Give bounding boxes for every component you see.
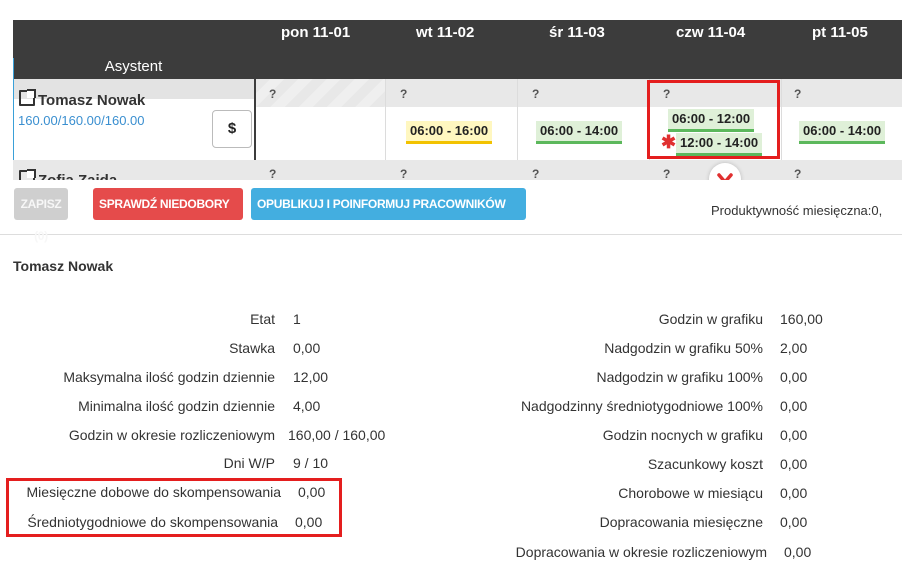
availability-marker[interactable]: ?	[794, 167, 801, 180]
toolbar: ZAPISZ (0) SPRAWDŹ NIEDOBORY OPUBLIKUJ I…	[0, 180, 902, 243]
availability-marker[interactable]: ?	[532, 87, 539, 101]
availability-marker[interactable]: ?	[794, 87, 801, 101]
external-link-icon[interactable]	[19, 89, 36, 106]
availability-marker[interactable]: ?	[400, 167, 407, 180]
rate-button[interactable]: $	[212, 110, 252, 148]
detail-label: Chorobowe w miesiącu	[618, 485, 763, 501]
external-link-icon[interactable]	[19, 169, 36, 180]
detail-value: 0,00	[780, 485, 808, 501]
detail-value: 0,00	[784, 544, 812, 560]
day-header[interactable]: śr 11-03	[549, 24, 605, 41]
day-header[interactable]: pt 11-05	[812, 24, 868, 41]
detail-value: 0,00	[780, 369, 808, 385]
detail-value: 2,00	[780, 340, 808, 356]
day-header[interactable]: pon 11-01	[281, 24, 350, 41]
detail-label: Dopracowania miesięczne	[599, 514, 763, 530]
highlight-box	[647, 80, 780, 159]
availability-marker[interactable]: ?	[400, 87, 407, 101]
schedule-grid: pon 11-01 wt 11-02 śr 11-03 czw 11-04 pt…	[13, 20, 902, 180]
detail-label: Maksymalna ilość godzin dziennie	[63, 369, 275, 385]
availability-marker[interactable]: ?	[663, 167, 670, 180]
detail-label: Stawka	[229, 340, 275, 356]
availability-marker[interactable]: ?	[269, 167, 276, 180]
employee-name[interactable]: Tomasz Nowak	[19, 89, 145, 109]
day-header[interactable]: wt 11-02	[416, 24, 474, 41]
detail-label: Godzin nocnych w grafiku	[602, 427, 763, 443]
detail-label: Godzin w grafiku	[658, 311, 763, 327]
detail-value: 0,00	[293, 340, 321, 356]
highlight-box	[6, 478, 342, 537]
productivity-readout: Produktywność miesięczna:0,	[711, 203, 883, 218]
column-label: Asystent	[104, 58, 163, 75]
employee-row	[13, 160, 902, 180]
detail-label: Nadgodzinny średniotygodniowe 100%	[520, 398, 763, 414]
detail-value: 160,00	[780, 311, 823, 327]
detail-label: Etat	[250, 311, 275, 327]
detail-value: 12,00	[293, 369, 329, 385]
detail-value: 160,00 / 160,00	[288, 427, 386, 443]
shift-block[interactable]: 06:00 - 14:00	[799, 121, 886, 144]
save-button[interactable]: ZAPISZ (0)	[14, 188, 68, 243]
availability-marker[interactable]: ?	[269, 87, 276, 101]
detail-value: 0,00	[780, 398, 808, 414]
shift-block[interactable]: 06:00 - 16:00	[406, 121, 493, 144]
shift-block[interactable]: 06:00 - 14:00	[536, 121, 623, 144]
detail-value: 1	[293, 311, 301, 327]
detail-label: Minimalna ilość godzin dziennie	[78, 398, 275, 414]
detail-value: 9 / 10	[293, 455, 329, 471]
detail-person-name: Tomasz Nowak	[13, 258, 114, 274]
detail-value: 0,00	[780, 427, 808, 443]
check-shortages-button[interactable]: SPRAWDŹ NIEDOBORY	[93, 188, 243, 220]
detail-value: 0,00	[780, 514, 808, 530]
detail-label: Dni W/P	[223, 455, 275, 471]
detail-label: Nadgodzin w grafiku 50%	[604, 340, 763, 356]
employee-hours: 160.00/160.00/160.00	[18, 113, 145, 128]
detail-label: Dopracowania w okresie rozliczeniowym	[515, 544, 767, 560]
detail-label: Szacunkowy koszt	[647, 456, 763, 472]
detail-value: 4,00	[293, 398, 321, 414]
detail-label: Nadgodzin w grafiku 100%	[596, 369, 763, 385]
availability-marker[interactable]: ?	[532, 167, 539, 180]
detail-label: Godzin w okresie rozliczeniowym	[68, 427, 275, 443]
employee-name[interactable]: Zofia Zajda	[19, 169, 117, 180]
detail-value: 0,00	[780, 456, 808, 472]
day-header[interactable]: czw 11-04	[676, 24, 745, 41]
publish-button[interactable]: OPUBLIKUJ I POINFORMUJ PRACOWNIKÓW	[251, 188, 526, 220]
